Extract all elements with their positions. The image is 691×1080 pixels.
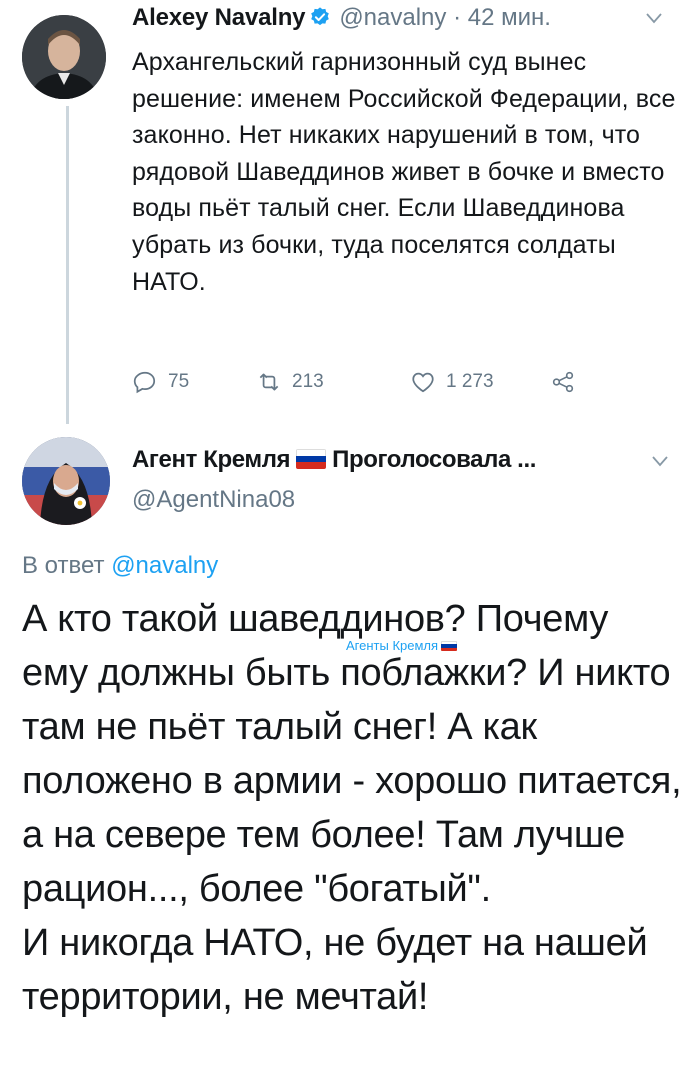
heart-icon — [412, 372, 434, 393]
avatar[interactable] — [22, 15, 106, 99]
tweet-header: Агент Кремля Проголосовала ... — [132, 446, 684, 484]
like-count: 1 273 — [446, 371, 494, 392]
author-name-part1[interactable]: Агент Кремля — [132, 446, 291, 473]
russian-flag-icon — [441, 641, 458, 651]
retweet-button[interactable]: 213 — [256, 364, 324, 400]
russian-flag-icon — [296, 449, 327, 469]
watermark: Агенты Кремля — [346, 638, 458, 653]
share-button[interactable] — [550, 364, 586, 400]
reply-context: В ответ @navalny — [22, 552, 218, 580]
tweet-header: Alexey Navalny @navalny · 42 мин. — [132, 4, 684, 42]
author-handle[interactable]: @navalny — [339, 4, 446, 31]
reply-prefix: В ответ — [22, 552, 105, 579]
share-icon — [552, 371, 574, 393]
timestamp[interactable]: 42 мин. — [468, 4, 551, 31]
chevron-down-icon[interactable] — [646, 12, 662, 24]
meta-separator: · — [453, 4, 462, 31]
reply-to-link[interactable]: @navalny — [111, 552, 218, 579]
author-handle[interactable]: @AgentNina08 — [132, 486, 295, 514]
tweet-text-content: А кто такой шаведдинов? Почему ему должн… — [22, 598, 682, 1018]
reply-button[interactable]: 75 — [132, 364, 189, 400]
reply-icon — [133, 371, 156, 394]
tweet-text: Архангельский гарнизонный суд вынес реше… — [132, 48, 676, 296]
tweet-actions: 75 213 1 273 — [132, 364, 592, 400]
author-name-part2[interactable]: Проголосовала ... — [332, 446, 536, 473]
retweet-icon — [259, 373, 279, 391]
watermark-text: Агенты Кремля — [346, 638, 439, 653]
verified-badge-icon — [309, 6, 331, 28]
avatar[interactable] — [22, 437, 110, 525]
thread-connector-line — [66, 106, 69, 424]
reply-count: 75 — [168, 371, 190, 392]
retweet-count: 213 — [292, 371, 324, 392]
author-name[interactable]: Alexey Navalny — [132, 4, 306, 31]
avatar-portrait — [22, 437, 110, 525]
like-button[interactable]: 1 273 — [410, 364, 494, 400]
tweet-text: А кто такой шаведдинов? Почему ему должн… — [22, 592, 682, 1024]
avatar-portrait — [22, 15, 106, 99]
chevron-down-icon[interactable] — [652, 455, 668, 467]
